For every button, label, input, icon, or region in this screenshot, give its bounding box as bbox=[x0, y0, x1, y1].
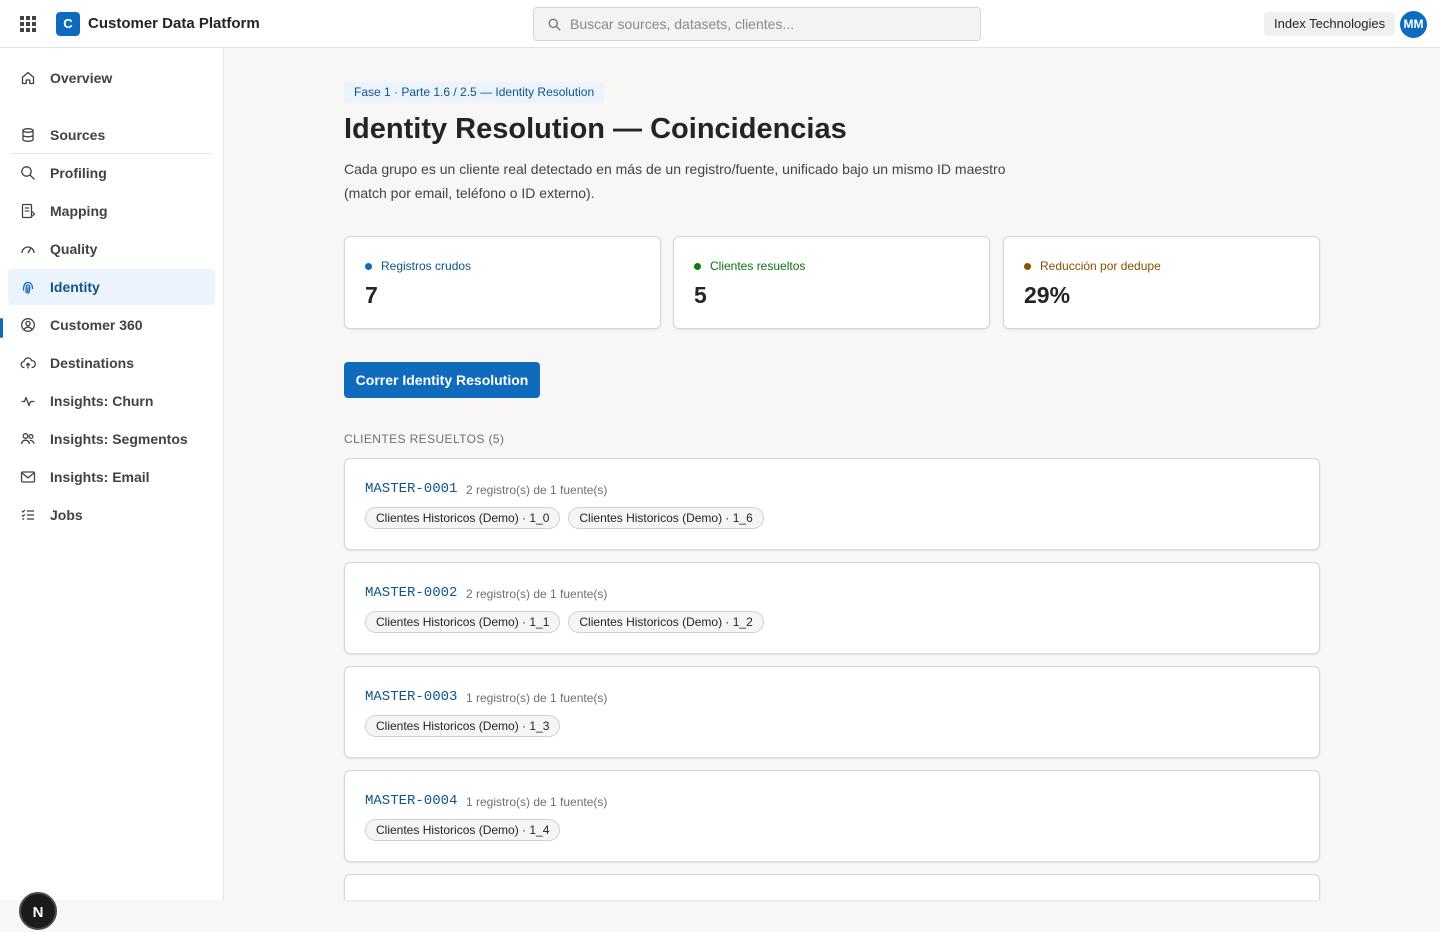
kpi-label: Reducción por dedupe bbox=[1024, 259, 1161, 273]
kpi-label-text: Registros crudos bbox=[381, 259, 472, 273]
mapping-icon bbox=[21, 203, 36, 219]
search-input[interactable] bbox=[570, 8, 970, 40]
kpi-label-text: Reducción por dedupe bbox=[1040, 259, 1161, 273]
record-chip[interactable]: Clientes Historicos (Demo) · 1_2 bbox=[568, 611, 764, 633]
mail-icon bbox=[20, 471, 36, 483]
gauge-icon bbox=[21, 246, 35, 254]
task-list-icon bbox=[21, 509, 34, 520]
kpi-label: Clientes resueltos bbox=[694, 259, 805, 273]
phase-chip: Fase 1 · Parte 1.6 / 2.5 — Identity Reso… bbox=[344, 82, 605, 103]
record-chip[interactable]: Clientes Historicos (Demo) · 1_0 bbox=[365, 507, 561, 529]
sidebar-item-mapping[interactable]: Mapping bbox=[8, 193, 215, 229]
search-icon bbox=[548, 18, 561, 31]
sidebar-item-destinations[interactable]: Destinations bbox=[8, 345, 215, 381]
fingerprint-icon bbox=[22, 281, 34, 294]
sidebar-item-insights-segmentos[interactable]: Insights: Segmentos bbox=[8, 421, 215, 457]
kpi-card-reduccion-dedupe: Reducción por dedupe 29% bbox=[1003, 236, 1320, 329]
active-indicator bbox=[0, 318, 3, 338]
sidebar-item-jobs[interactable]: Jobs bbox=[8, 497, 215, 533]
record-chip[interactable]: Clientes Historicos (Demo) · 1_6 bbox=[568, 507, 764, 529]
client-card[interactable]: MASTER-0002 2 registro(s) de 1 fuente(s)… bbox=[344, 562, 1320, 654]
pulse-icon bbox=[21, 396, 35, 407]
cloud-upload-icon bbox=[20, 357, 36, 369]
kpi-card-clientes-resueltos: Clientes resueltos 5 bbox=[673, 236, 990, 329]
sidebar-item-label: Customer 360 bbox=[50, 317, 143, 333]
record-chip[interactable]: Clientes Historicos (Demo) · 1_3 bbox=[365, 715, 561, 737]
dev-tools-badge[interactable]: N bbox=[19, 892, 57, 930]
sidebar-item-insights-churn[interactable]: Insights: Churn bbox=[8, 383, 215, 419]
sidebar-item-identity[interactable]: Identity bbox=[8, 269, 215, 305]
client-card[interactable]: MASTER-0003 1 registro(s) de 1 fuente(s)… bbox=[344, 666, 1320, 758]
sidebar-item-overview[interactable]: Overview bbox=[8, 60, 215, 96]
page-title: Identity Resolution — Coincidencias bbox=[344, 113, 847, 145]
page-description: Cada grupo es un cliente real detectado … bbox=[344, 161, 1006, 201]
status-dot-icon bbox=[365, 262, 372, 270]
client-meta: 2 registro(s) de 1 fuente(s) bbox=[466, 587, 608, 601]
sidebar-item-label: Insights: Churn bbox=[50, 393, 154, 409]
sidebar-item-label: Mapping bbox=[50, 203, 108, 219]
record-chips: Clientes Historicos (Demo) · 1_4 bbox=[365, 819, 561, 841]
kpi-value: 7 bbox=[365, 282, 378, 308]
sidebar-item-sources[interactable]: Sources bbox=[8, 117, 215, 153]
search-box[interactable] bbox=[533, 7, 981, 41]
search-icon bbox=[21, 166, 35, 180]
sidebar-item-quality[interactable]: Quality bbox=[8, 231, 215, 267]
status-dot-icon bbox=[694, 262, 701, 270]
master-id[interactable]: MASTER-0001 bbox=[365, 481, 457, 497]
master-id[interactable]: MASTER-0004 bbox=[365, 793, 457, 809]
app-launcher-icon[interactable] bbox=[20, 16, 36, 32]
top-bar: C Customer Data Platform Index Technolog… bbox=[0, 0, 1440, 48]
sidebar-item-profiling[interactable]: Profiling bbox=[8, 155, 215, 191]
client-card-partial[interactable] bbox=[344, 874, 1320, 900]
kpi-label-text: Clientes resueltos bbox=[710, 259, 806, 273]
sidebar-item-label: Overview bbox=[50, 70, 113, 86]
client-meta: 1 registro(s) de 1 fuente(s) bbox=[466, 691, 608, 705]
record-chip[interactable]: Clientes Historicos (Demo) · 1_4 bbox=[365, 819, 561, 841]
client-card[interactable]: MASTER-0004 1 registro(s) de 1 fuente(s)… bbox=[344, 770, 1320, 862]
kpi-card-registros-crudos: Registros crudos 7 bbox=[344, 236, 661, 329]
section-title: CLIENTES RESUELTOS (5) bbox=[344, 432, 505, 446]
app-logo[interactable]: C bbox=[56, 12, 80, 36]
master-id[interactable]: MASTER-0003 bbox=[365, 689, 457, 705]
sidebar-item-label: Destinations bbox=[50, 355, 135, 371]
record-chip[interactable]: Clientes Historicos (Demo) · 1_1 bbox=[365, 611, 561, 633]
sidebar-item-label: Insights: Email bbox=[50, 469, 150, 485]
sidebar-item-customer-360[interactable]: Customer 360 bbox=[8, 307, 215, 343]
sidebar-item-label: Identity bbox=[50, 279, 100, 295]
person-circle-icon bbox=[21, 318, 35, 332]
sidebar-item-label: Insights: Segmentos bbox=[50, 431, 188, 447]
sidebar-item-label: Jobs bbox=[50, 507, 83, 523]
status-dot-icon bbox=[1024, 262, 1031, 270]
client-card[interactable]: MASTER-0001 2 registro(s) de 1 fuente(s)… bbox=[344, 458, 1320, 550]
home-icon bbox=[21, 71, 35, 85]
sidebar-divider bbox=[11, 153, 211, 154]
app-title[interactable]: Customer Data Platform bbox=[88, 15, 260, 32]
record-chips: Clientes Historicos (Demo) · 1_3 bbox=[365, 715, 561, 737]
run-identity-resolution-button[interactable]: Correr Identity Resolution bbox=[344, 362, 540, 398]
sidebar-item-label: Quality bbox=[50, 241, 98, 257]
kpi-label: Registros crudos bbox=[365, 259, 471, 273]
sidebar-item-insights-email[interactable]: Insights: Email bbox=[8, 459, 215, 495]
people-icon bbox=[20, 433, 35, 445]
master-id[interactable]: MASTER-0002 bbox=[365, 585, 457, 601]
record-chips: Clientes Historicos (Demo) · 1_1 Cliente… bbox=[365, 611, 764, 633]
sidebar-item-label: Profiling bbox=[50, 165, 107, 181]
avatar[interactable]: MM bbox=[1400, 11, 1427, 38]
database-icon bbox=[22, 128, 34, 142]
kpi-value: 29% bbox=[1024, 282, 1071, 308]
sidebar: Overview Sources Profiling Mapping Quali… bbox=[0, 48, 224, 930]
sidebar-item-label: Sources bbox=[50, 127, 106, 143]
kpi-value: 5 bbox=[694, 282, 707, 308]
tenant-selector[interactable]: Index Technologies bbox=[1264, 12, 1396, 36]
client-meta: 2 registro(s) de 1 fuente(s) bbox=[466, 483, 608, 497]
client-meta: 1 registro(s) de 1 fuente(s) bbox=[466, 795, 608, 809]
record-chips: Clientes Historicos (Demo) · 1_0 Cliente… bbox=[365, 507, 764, 529]
